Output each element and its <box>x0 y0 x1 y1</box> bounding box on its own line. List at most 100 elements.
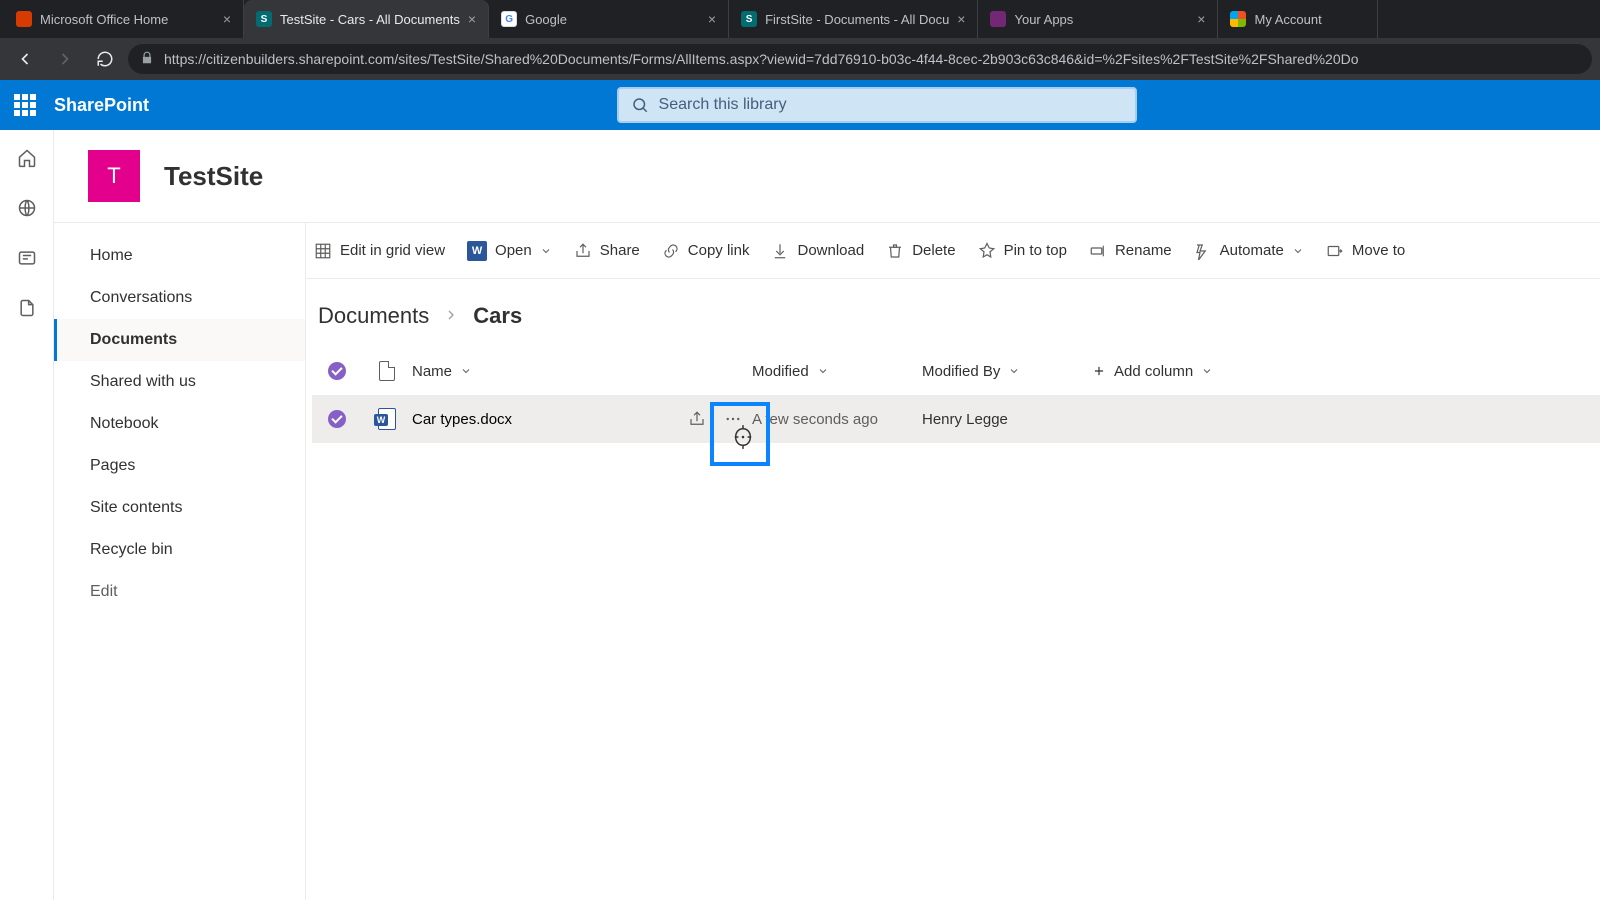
forward-button[interactable] <box>48 42 82 76</box>
nav-conversations[interactable]: Conversations <box>54 277 305 319</box>
chevron-down-icon <box>540 245 552 257</box>
download-icon <box>771 242 789 260</box>
chevron-down-icon <box>460 365 472 377</box>
cmd-edit-grid[interactable]: Edit in grid view <box>314 242 445 260</box>
search-placeholder: Search this library <box>659 96 787 114</box>
suite-bar: SharePoint Search this library <box>0 80 1600 130</box>
tab-label: Google <box>525 12 700 27</box>
nav-recycle-bin[interactable]: Recycle bin <box>54 529 305 571</box>
sharepoint-icon: S <box>741 11 757 27</box>
close-icon[interactable]: × <box>1197 11 1205 27</box>
col-type[interactable] <box>362 361 412 381</box>
nav-shared-with-us[interactable]: Shared with us <box>54 361 305 403</box>
move-icon <box>1326 242 1344 260</box>
word-icon: W <box>467 241 487 261</box>
rename-icon <box>1089 242 1107 260</box>
cmd-move-to[interactable]: Move to <box>1326 242 1405 260</box>
tab-your-apps[interactable]: Your Apps × <box>978 0 1218 38</box>
tab-label: Your Apps <box>1014 12 1189 27</box>
reload-button[interactable] <box>88 42 122 76</box>
list-row[interactable]: Car types.docx A few seconds ago Henry L… <box>312 395 1600 443</box>
cmd-delete[interactable]: Delete <box>886 242 955 260</box>
cmd-automate[interactable]: Automate <box>1194 242 1304 260</box>
col-modified[interactable]: Modified <box>752 363 922 380</box>
col-add[interactable]: Add column <box>1092 363 1372 380</box>
url-text: https://citizenbuilders.sharepoint.com/s… <box>164 51 1359 67</box>
product-name[interactable]: SharePoint <box>54 95 149 116</box>
col-label: Add column <box>1114 363 1193 380</box>
browser-nav-bar: https://citizenbuilders.sharepoint.com/s… <box>0 38 1600 80</box>
files-icon[interactable] <box>17 298 37 318</box>
file-name: Car types.docx <box>412 411 512 428</box>
chevron-right-icon <box>443 303 459 329</box>
col-label: Name <box>412 363 452 380</box>
chevron-down-icon <box>1201 365 1213 377</box>
lock-icon <box>140 51 154 68</box>
tab-google[interactable]: G Google × <box>489 0 729 38</box>
site-logo[interactable]: T <box>88 150 140 202</box>
cmd-pin[interactable]: Pin to top <box>978 242 1067 260</box>
office-icon <box>16 11 32 27</box>
col-name[interactable]: Name <box>412 363 752 380</box>
cmd-label: Pin to top <box>1004 242 1067 259</box>
tab-office-home[interactable]: Microsoft Office Home × <box>4 0 244 38</box>
cmd-share[interactable]: Share <box>574 242 640 260</box>
address-bar[interactable]: https://citizenbuilders.sharepoint.com/s… <box>128 44 1592 74</box>
share-icon[interactable] <box>688 410 706 428</box>
row-modified: A few seconds ago <box>752 411 922 428</box>
nav-notebook[interactable]: Notebook <box>54 403 305 445</box>
cmd-label: Open <box>495 242 532 259</box>
trash-icon <box>886 242 904 260</box>
row-select[interactable] <box>312 410 362 428</box>
app-rail <box>0 130 54 900</box>
cmd-copy-link[interactable]: Copy link <box>662 242 750 260</box>
share-icon <box>574 242 592 260</box>
command-bar: Edit in grid view W Open Share Copy link <box>306 223 1600 279</box>
globe-icon[interactable] <box>17 198 37 218</box>
home-icon[interactable] <box>17 148 37 168</box>
back-button[interactable] <box>8 42 42 76</box>
news-icon[interactable] <box>17 248 37 268</box>
row-name-cell[interactable]: Car types.docx <box>412 410 752 428</box>
close-icon[interactable]: × <box>708 11 716 27</box>
nav-pages[interactable]: Pages <box>54 445 305 487</box>
content-area: T TestSite Home Conversations Documents … <box>54 130 1600 900</box>
browser-chrome: Microsoft Office Home × S TestSite - Car… <box>0 0 1600 80</box>
row-modified-by: Henry Legge <box>922 411 1092 428</box>
select-all[interactable] <box>312 362 362 380</box>
close-icon[interactable]: × <box>957 11 965 27</box>
col-modified-by[interactable]: Modified By <box>922 363 1092 380</box>
nav-edit[interactable]: Edit <box>54 571 305 613</box>
check-icon <box>328 362 346 380</box>
list-header: Name Modified Modified By <box>312 347 1600 395</box>
cmd-rename[interactable]: Rename <box>1089 242 1172 260</box>
sharepoint-icon: S <box>256 11 272 27</box>
site-title[interactable]: TestSite <box>164 161 263 192</box>
app-launcher-icon[interactable] <box>14 94 36 116</box>
nav-site-contents[interactable]: Site contents <box>54 487 305 529</box>
tab-testsite-cars[interactable]: S TestSite - Cars - All Documents × <box>244 0 489 38</box>
link-icon <box>662 242 680 260</box>
cmd-label: Move to <box>1352 242 1405 259</box>
col-label: Modified <box>752 363 809 380</box>
breadcrumb-root[interactable]: Documents <box>318 303 429 329</box>
cmd-label: Delete <box>912 242 955 259</box>
word-doc-icon <box>378 408 396 430</box>
nav-home[interactable]: Home <box>54 235 305 277</box>
close-icon[interactable]: × <box>223 11 231 27</box>
search-input[interactable]: Search this library <box>617 87 1137 123</box>
nav-documents[interactable]: Documents <box>54 319 305 361</box>
cmd-open[interactable]: W Open <box>467 241 552 261</box>
tab-my-account[interactable]: My Account <box>1218 0 1378 38</box>
breadcrumb: Documents Cars <box>306 279 1600 347</box>
close-icon[interactable]: × <box>468 11 476 27</box>
flow-icon <box>1194 242 1212 260</box>
tab-strip: Microsoft Office Home × S TestSite - Car… <box>0 0 1600 38</box>
tab-label: Microsoft Office Home <box>40 12 215 27</box>
document-list: Name Modified Modified By <box>306 347 1600 443</box>
more-icon[interactable] <box>724 410 742 428</box>
cmd-download[interactable]: Download <box>771 242 864 260</box>
tab-firstsite-docs[interactable]: S FirstSite - Documents - All Docu × <box>729 0 978 38</box>
breadcrumb-leaf: Cars <box>473 303 522 329</box>
microsoft-icon <box>1230 11 1246 27</box>
